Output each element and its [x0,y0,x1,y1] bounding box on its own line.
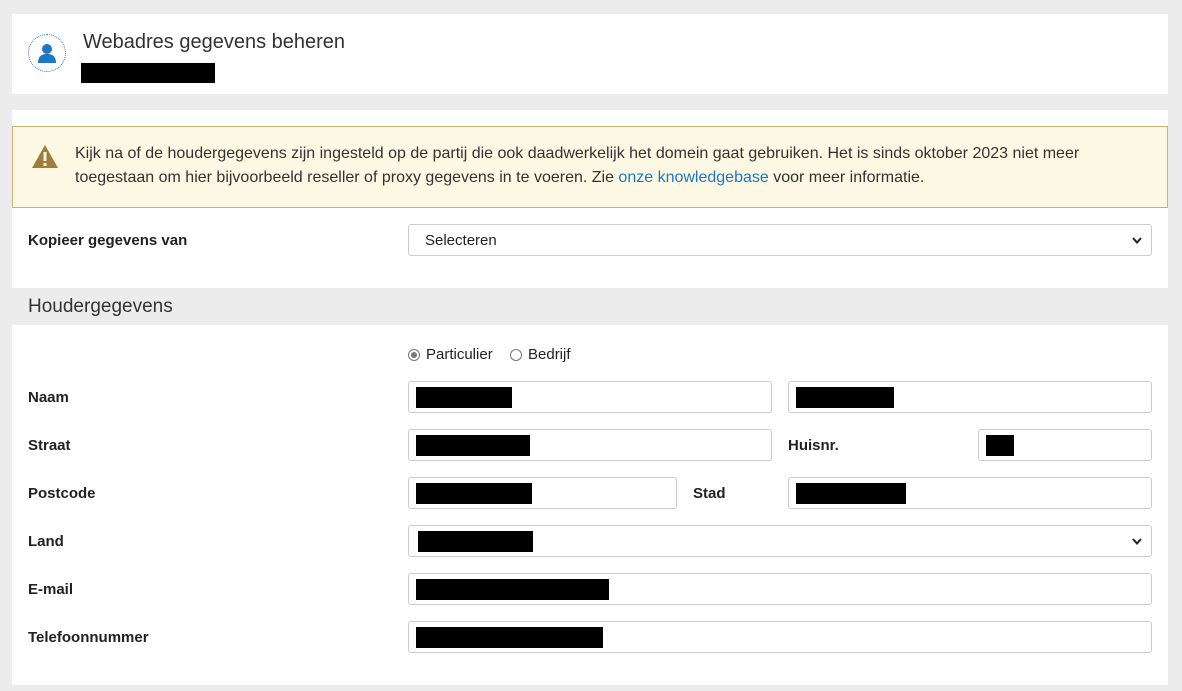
name-label: Naam [28,389,69,406]
radio-bedrijf-label: Bedrijf [528,346,571,363]
holder-panel: Particulier Bedrijf Naam Straat Huisnr. … [12,325,1168,685]
redacted-value [416,483,532,504]
country-select[interactable] [408,525,1152,557]
redacted-value [796,483,906,504]
copy-from-label: Kopieer gegevens van [28,232,188,249]
radio-particulier-label: Particulier [426,346,493,363]
radio-particulier-button[interactable] [408,348,420,361]
city-input[interactable] [788,477,1152,509]
redacted-value [416,435,530,456]
street-label: Straat [28,437,71,454]
postcode-input[interactable] [408,477,677,509]
copy-panel: Kijk na of de houdergegevens zijn ingest… [12,110,1168,288]
warning-alert: Kijk na of de houdergegevens zijn ingest… [12,126,1168,208]
page-title: Webadres gegevens beheren [83,31,346,53]
phone-label: Telefoonnummer [28,629,149,646]
house-number-input[interactable] [978,429,1152,461]
redacted-domain [81,63,215,83]
avatar [28,34,66,72]
email-label: E-mail [28,581,74,598]
radio-bedrijf[interactable]: Bedrijf [510,346,571,363]
alert-text: Kijk na of de houdergegevens zijn ingest… [75,142,1135,190]
first-name-input[interactable] [408,381,772,413]
redacted-value [416,387,512,408]
redacted-value [986,435,1014,456]
user-icon [38,44,56,63]
knowledgebase-link[interactable]: onze knowledgebase [618,169,768,186]
redacted-value [416,627,603,648]
postcode-label: Postcode [28,485,96,502]
last-name-input[interactable] [788,381,1152,413]
radio-particulier[interactable]: Particulier [408,346,493,363]
house-number-label: Huisnr. [788,437,839,454]
radio-bedrijf-button[interactable] [510,348,522,361]
chevron-down-icon [1132,538,1142,546]
redacted-value [416,579,609,600]
holder-heading: Houdergegevens [28,296,173,317]
city-label: Stad [693,485,726,502]
phone-input[interactable] [408,621,1152,653]
redacted-value [418,531,533,552]
street-input[interactable] [408,429,772,461]
redacted-value [796,387,894,408]
copy-from-selected: Selecteren [425,232,497,249]
alert-text-before: Kijk na of de houdergegevens zijn ingest… [75,145,1080,186]
chevron-down-icon [1132,237,1142,245]
copy-from-select[interactable]: Selecteren [408,224,1152,256]
header-panel: Webadres gegevens beheren [12,14,1168,94]
email-input[interactable] [408,573,1152,605]
alert-text-after: voor meer informatie. [768,169,925,186]
warning-triangle-icon [32,145,58,168]
country-label: Land [28,533,64,550]
